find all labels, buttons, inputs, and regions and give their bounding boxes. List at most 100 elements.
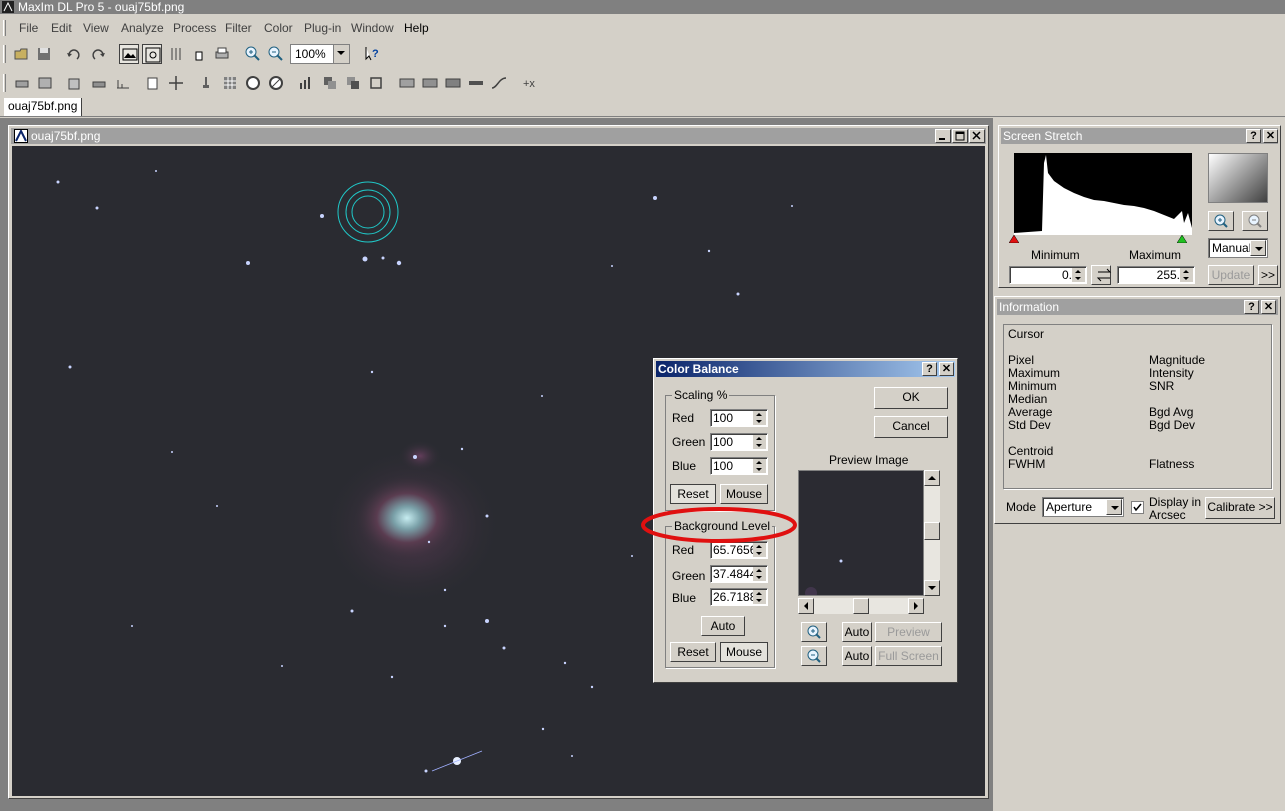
curve-icon[interactable] xyxy=(489,73,509,93)
update-button[interactable]: Update xyxy=(1208,265,1254,285)
menu-grip[interactable] xyxy=(3,20,6,36)
overlap2-icon[interactable] xyxy=(343,73,363,93)
menu-file[interactable]: File xyxy=(19,21,38,35)
redo-icon[interactable] xyxy=(88,44,108,64)
zoom-dropdown-arrow[interactable] xyxy=(333,45,349,63)
background-reset-button[interactable]: Reset xyxy=(670,642,716,662)
bin-icon[interactable] xyxy=(35,73,55,93)
background-blue-input[interactable]: 26.7188 xyxy=(710,588,768,606)
context-help-icon[interactable]: ? xyxy=(362,44,382,64)
menu-analyze[interactable]: Analyze xyxy=(121,21,164,35)
calibrate-button[interactable]: Calibrate >> xyxy=(1205,497,1275,519)
preview-vscrollbar[interactable] xyxy=(924,470,940,596)
calibrate-icon[interactable] xyxy=(89,73,109,93)
info-close-button[interactable]: ✕ xyxy=(1261,300,1276,314)
info-mode-select[interactable]: Aperture xyxy=(1042,497,1124,517)
zoom-select[interactable]: 100% xyxy=(290,44,350,64)
scaling-green-input[interactable]: 100 xyxy=(710,433,768,451)
preview-auto-button[interactable]: Auto xyxy=(842,622,872,642)
minimum-input[interactable]: 0. xyxy=(1009,266,1087,284)
display-arcsec-checkbox[interactable] xyxy=(1131,501,1144,514)
pin-icon[interactable] xyxy=(196,73,216,93)
menu-color[interactable]: Color xyxy=(264,21,293,35)
flip-icon[interactable] xyxy=(443,73,463,93)
help-button[interactable]: ? xyxy=(922,362,937,376)
plusminus-icon[interactable]: +x xyxy=(520,73,540,93)
stretch-icon[interactable] xyxy=(397,73,417,93)
swap-button[interactable] xyxy=(1091,265,1112,285)
preview-zoom-out-button[interactable] xyxy=(801,646,827,666)
maximize-button[interactable] xyxy=(952,129,968,143)
close-dialog-button[interactable]: ✕ xyxy=(939,362,954,376)
spin-arrows-icon[interactable] xyxy=(1180,268,1193,282)
screen-stretch-icon[interactable] xyxy=(142,44,162,64)
scaling-reset-button[interactable]: Reset xyxy=(670,484,716,504)
stretch-close-button[interactable]: ✕ xyxy=(1263,129,1278,143)
spin-arrows-icon[interactable] xyxy=(753,590,766,604)
menu-plugin[interactable]: Plug-in xyxy=(304,21,341,35)
spin-arrows-icon[interactable] xyxy=(753,435,766,449)
minimize-button[interactable] xyxy=(935,129,951,143)
min-marker-icon[interactable] xyxy=(1009,235,1019,243)
print-icon[interactable] xyxy=(212,44,232,64)
filter-icon[interactable] xyxy=(266,73,286,93)
chevron-down-icon[interactable] xyxy=(1250,240,1266,256)
full-screen-button[interactable]: Full Screen xyxy=(875,646,942,666)
stretch-more-button[interactable]: >> xyxy=(1258,265,1278,285)
scroll-up-arrow-icon[interactable] xyxy=(924,470,940,486)
rotate-icon[interactable] xyxy=(420,73,440,93)
zoom-out-icon[interactable] xyxy=(266,44,286,64)
scroll-left-arrow-icon[interactable] xyxy=(798,598,814,614)
crosshair-icon[interactable] xyxy=(166,73,186,93)
undo-icon[interactable] xyxy=(64,44,84,64)
info-help-button[interactable]: ? xyxy=(1244,300,1259,314)
menu-window[interactable]: Window xyxy=(351,21,394,35)
kernel-icon[interactable] xyxy=(243,73,263,93)
color-balance-title-bar[interactable]: Color Balance ? ✕ xyxy=(656,361,955,377)
zoom-in-icon[interactable] xyxy=(243,44,263,64)
spin-arrows-icon[interactable] xyxy=(753,567,766,581)
grid-icon[interactable] xyxy=(220,73,240,93)
fullscreen-auto-button[interactable]: Auto xyxy=(842,646,872,666)
measure-icon[interactable] xyxy=(113,73,133,93)
image-window-title-bar[interactable]: ouaj75bf.png xyxy=(11,128,986,144)
spin-arrows-icon[interactable] xyxy=(753,459,766,473)
copy-icon[interactable] xyxy=(143,73,163,93)
stretch-zoom-out-button[interactable] xyxy=(1242,211,1268,231)
screen-stretch-title-bar[interactable]: Screen Stretch ? ✕ xyxy=(1001,128,1278,144)
color-balance-icon[interactable] xyxy=(166,44,186,64)
scaling-blue-input[interactable]: 100 xyxy=(710,457,768,475)
overlap-icon[interactable] xyxy=(320,73,340,93)
bars-icon[interactable] xyxy=(296,73,316,93)
hand-icon[interactable] xyxy=(189,44,209,64)
scroll-right-arrow-icon[interactable] xyxy=(908,598,924,614)
information-title-bar[interactable]: Information ? ✕ xyxy=(997,299,1278,315)
toolbar2-grip[interactable] xyxy=(3,74,6,92)
chevron-down-icon[interactable] xyxy=(1106,499,1122,515)
auto-background-button[interactable]: Auto xyxy=(701,616,745,636)
toolbar-grip[interactable] xyxy=(3,45,6,63)
preview-zoom-in-button[interactable] xyxy=(801,622,827,642)
cancel-button[interactable]: Cancel xyxy=(874,416,948,438)
preview-image[interactable] xyxy=(798,470,924,599)
max-marker-icon[interactable] xyxy=(1177,235,1187,243)
scaling-mouse-button[interactable]: Mouse xyxy=(720,484,768,504)
stretch-help-button[interactable]: ? xyxy=(1246,129,1261,143)
menu-filter[interactable]: Filter xyxy=(225,21,252,35)
stack-icon[interactable] xyxy=(65,73,85,93)
close-button[interactable] xyxy=(969,129,985,143)
tab-ouaj75bf[interactable]: ouaj75bf.png xyxy=(4,98,83,116)
background-green-input[interactable]: 37.4844 xyxy=(710,565,768,583)
crop-icon[interactable] xyxy=(12,73,32,93)
scaling-red-input[interactable]: 100 xyxy=(710,409,768,427)
square-icon[interactable] xyxy=(366,73,386,93)
menu-view[interactable]: View xyxy=(83,21,109,35)
menu-process[interactable]: Process xyxy=(173,21,216,35)
menu-help[interactable]: Help xyxy=(404,21,429,35)
spin-arrows-icon[interactable] xyxy=(753,411,766,425)
open-icon[interactable] xyxy=(12,44,32,64)
stretch-zoom-in-button[interactable] xyxy=(1208,211,1234,231)
maximum-input[interactable]: 255. xyxy=(1117,266,1195,284)
preview-hscrollbar[interactable] xyxy=(798,598,924,614)
histogram[interactable] xyxy=(1014,153,1192,235)
